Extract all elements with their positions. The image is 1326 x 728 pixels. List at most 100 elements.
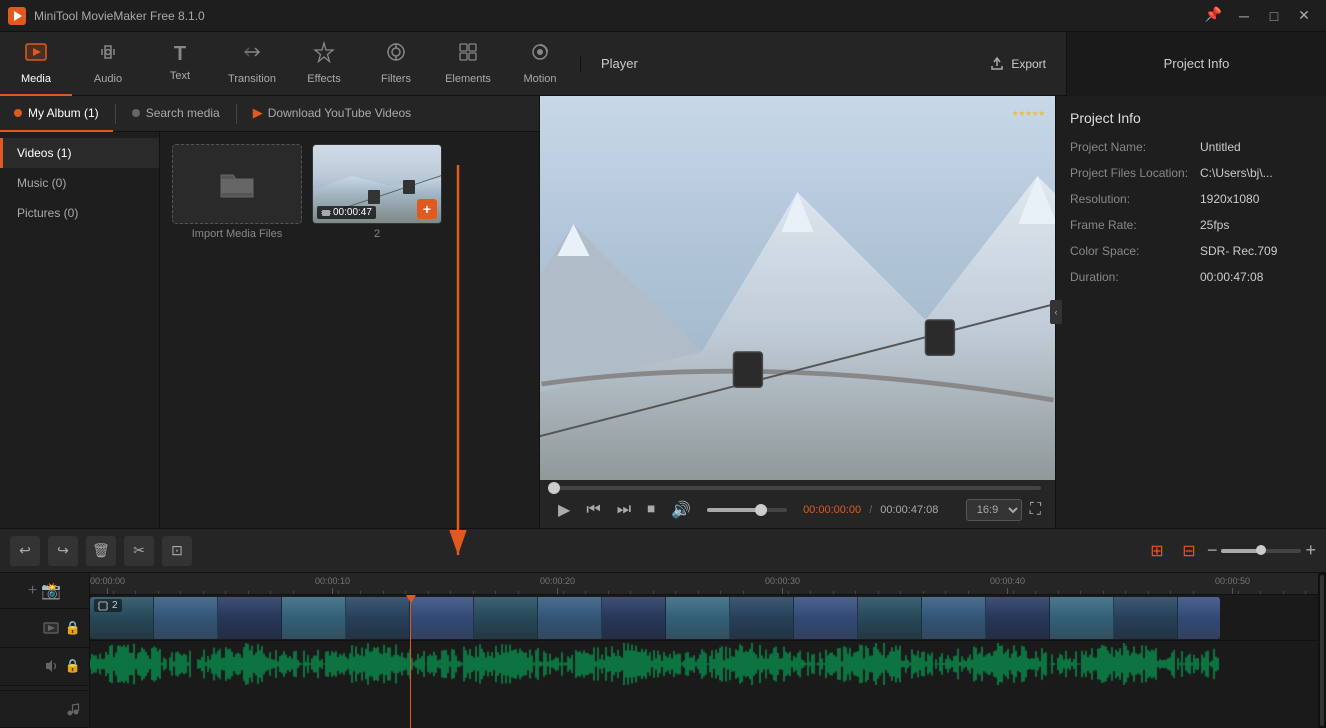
- toolbar-media[interactable]: Media: [0, 32, 72, 96]
- ruler-minor-tick: [945, 591, 946, 594]
- ruler-minor-tick: [1148, 591, 1149, 594]
- ruler-minor-tick: [428, 591, 429, 594]
- colorspace-row: Color Space: SDR- Rec.709: [1070, 244, 1312, 258]
- resolution-row: Resolution: 1920x1080: [1070, 192, 1312, 206]
- import-media-item[interactable]: Import Media Files: [172, 144, 302, 240]
- progress-bar[interactable]: [554, 486, 1041, 490]
- lock-icon[interactable]: 🔒: [65, 620, 81, 636]
- video-clip[interactable]: 2 document.addEventListener('DOMContentL…: [90, 597, 1220, 639]
- redo-button[interactable]: ↪: [48, 536, 78, 566]
- toolbar-elements[interactable]: Elements: [432, 32, 504, 96]
- music-label: Music (0): [17, 176, 66, 190]
- undo-button[interactable]: ↩: [10, 536, 40, 566]
- toolbar-filters[interactable]: Filters: [360, 32, 432, 96]
- app-title: MiniTool MovieMaker Free 8.1.0: [34, 9, 1199, 23]
- ruler-minor-tick: [1058, 591, 1059, 594]
- player-panel: ★★★★★ ▶ ⏮ ⏭ ⏹ 🔊 00:00:00:00 / 0: [540, 96, 1056, 528]
- timeline-zoom: ⊞ ⊟ − +: [1143, 537, 1316, 565]
- audio-track-label: 🔒: [0, 648, 89, 686]
- export-button[interactable]: Export: [989, 56, 1046, 72]
- clip-thumbnail-3: [282, 597, 346, 639]
- clip-thumbnail-7: [538, 597, 602, 639]
- audio-waveform: [90, 643, 1220, 685]
- sidebar-videos[interactable]: Videos (1): [0, 138, 159, 168]
- skip-forward-button[interactable]: ⏭: [613, 499, 635, 521]
- ruler-minor-tick: [1103, 591, 1104, 594]
- ruler-minor-tick: [1125, 591, 1126, 594]
- duration-value: 00:00:47:08: [1200, 270, 1312, 284]
- left-panel: My Album (1) Search media ▶ Download You…: [0, 96, 540, 528]
- ruler-minor-tick: [518, 591, 519, 594]
- my-album-label: My Album (1): [28, 106, 99, 120]
- toolbar-effects[interactable]: Effects: [288, 32, 360, 96]
- zoom-in-button[interactable]: +: [1305, 540, 1316, 561]
- stop-button[interactable]: ⏹: [643, 499, 659, 521]
- clip-thumbnail-12: [858, 597, 922, 639]
- sidebar-music[interactable]: Music (0): [0, 168, 159, 198]
- youtube-nav[interactable]: ▶ Download YouTube Videos: [239, 96, 425, 132]
- ruler-minor-tick: [1260, 591, 1261, 594]
- clip-thumbnail-4: [346, 597, 410, 639]
- videos-label: Videos (1): [17, 146, 71, 160]
- ruler-minor-tick: [135, 591, 136, 594]
- filters-label: Filters: [381, 73, 411, 85]
- close-button[interactable]: ✕: [1290, 2, 1318, 30]
- cut-button[interactable]: ✂: [124, 536, 154, 566]
- pictures-label: Pictures (0): [17, 206, 78, 220]
- motion-label: Motion: [523, 73, 556, 85]
- zoom-slider[interactable]: [1221, 549, 1301, 553]
- play-button[interactable]: ▶: [554, 498, 574, 522]
- aspect-ratio-select[interactable]: 16:9 4:3 1:1 9:16: [966, 499, 1022, 521]
- toolbar-motion[interactable]: Motion: [504, 32, 576, 96]
- pin-icon[interactable]: 📌: [1199, 2, 1228, 30]
- project-info-title: Project Info: [1070, 110, 1312, 126]
- ruler-minor-tick: [788, 591, 789, 594]
- scrollbar-thumb: [1320, 575, 1324, 726]
- volume-button[interactable]: 🔊: [667, 498, 695, 522]
- title-controls: 📌 ─ □ ✕: [1199, 2, 1318, 30]
- timeline-scrollbar[interactable]: [1318, 573, 1326, 728]
- clip-thumbnail-5: [410, 597, 474, 639]
- framerate-row: Frame Rate: 25fps: [1070, 218, 1312, 232]
- ruler-minor-tick: [585, 591, 586, 594]
- toolbar-text[interactable]: T Text: [144, 32, 216, 96]
- maximize-button[interactable]: □: [1260, 2, 1288, 30]
- video-media-item[interactable]: 00:00:47 + 2: [312, 144, 442, 240]
- volume-slider[interactable]: [707, 508, 787, 512]
- project-info-button[interactable]: Project Info: [1066, 32, 1326, 96]
- add-snapshot-icon[interactable]: 📸: [41, 581, 61, 601]
- sidebar-pictures[interactable]: Pictures (0): [0, 198, 159, 228]
- fit-button[interactable]: ⊟: [1175, 537, 1203, 565]
- zoom-out-button[interactable]: −: [1207, 540, 1218, 561]
- ruler-minor-tick: [675, 591, 676, 594]
- timeline-track-area: 2 document.addEventListener('DOMContentL…: [90, 595, 1318, 728]
- minimize-button[interactable]: ─: [1230, 2, 1258, 30]
- timeline-tracks[interactable]: 00:00:00 00:00:10 00:00:20 00:00:30 00:0…: [90, 573, 1318, 728]
- ruler-mark-0: 00:00:00: [90, 576, 125, 594]
- player-video: ★★★★★: [540, 96, 1055, 480]
- timeline-area: ↩ ↪ 🗑 ✂ ⊡ ⊞ ⊟ − + + 📸 🔒: [0, 528, 1326, 728]
- ruler-minor-tick: [360, 591, 361, 594]
- clip-filmstrip-icon: [98, 601, 108, 611]
- nav-separator2: [236, 104, 237, 124]
- skip-back-button[interactable]: ⏮: [582, 499, 604, 521]
- snap-button[interactable]: ⊞: [1143, 537, 1171, 565]
- nav-separator: [115, 104, 116, 124]
- crop-button[interactable]: ⊡: [162, 536, 192, 566]
- toolbar-audio[interactable]: Audio: [72, 32, 144, 96]
- waveform-canvas: [90, 643, 1220, 685]
- collapse-panel-button[interactable]: ‹: [1050, 300, 1062, 324]
- clip-thumbnail-17: [1178, 597, 1220, 639]
- delete-button[interactable]: 🗑: [86, 536, 116, 566]
- clip-thumbnail-9: [666, 597, 730, 639]
- audio-lock-icon[interactable]: 🔒: [65, 658, 81, 674]
- my-album-nav[interactable]: My Album (1): [0, 96, 113, 132]
- media-grid: Import Media Files: [160, 132, 539, 528]
- ruler-minor-tick: [158, 591, 159, 594]
- add-track-icon[interactable]: +: [28, 582, 37, 600]
- ruler-minor-tick: [630, 591, 631, 594]
- toolbar-transition[interactable]: Transition: [216, 32, 288, 96]
- search-media-nav[interactable]: Search media: [118, 96, 234, 132]
- fullscreen-button[interactable]: ⛶: [1030, 501, 1041, 519]
- add-to-timeline-button[interactable]: +: [417, 199, 437, 219]
